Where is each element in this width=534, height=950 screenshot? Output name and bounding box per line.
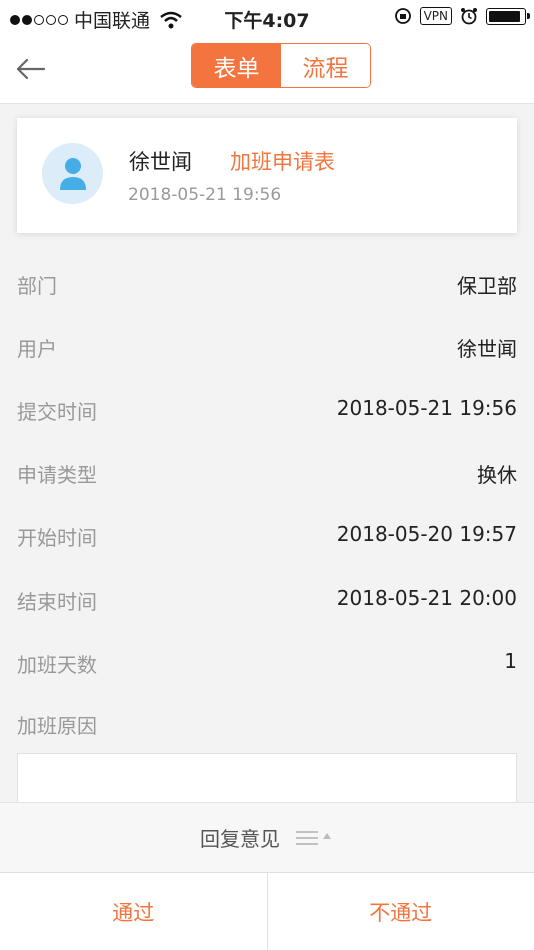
field-row-request-type: 申请类型 换休 <box>0 451 534 491</box>
field-value: 保卫部 <box>457 274 517 298</box>
status-bar-right: VPN <box>394 7 530 25</box>
status-bar: 中国联通 下午4:07 VPN <box>0 0 534 36</box>
battery-icon <box>486 7 530 25</box>
field-row-end-time: 结束时间 2018-05-21 20:00 <box>0 578 534 618</box>
field-label: 提交时间 <box>17 400 97 424</box>
applicant-card: 徐世闻 加班申请表 2018-05-21 19:56 <box>17 118 517 233</box>
field-row-submit-time: 提交时间 2018-05-21 19:56 <box>0 388 534 428</box>
tab-process[interactable]: 流程 <box>281 44 370 87</box>
field-label: 结束时间 <box>17 590 97 614</box>
field-row-start-time: 开始时间 2018-05-20 19:57 <box>0 514 534 554</box>
field-value: 徐世闻 <box>457 337 517 361</box>
field-label: 申请类型 <box>17 463 97 487</box>
field-value: 2018-05-21 20:00 <box>336 586 517 610</box>
reply-label: 回复意见 <box>200 827 280 851</box>
field-row-user: 用户 徐世闻 <box>0 325 534 365</box>
field-label: 加班天数 <box>17 653 97 677</box>
field-row-department: 部门 保卫部 <box>0 262 534 302</box>
form-type-label: 加班申请表 <box>230 150 335 174</box>
field-row-overtime-days: 加班天数 1 <box>0 641 534 681</box>
reply-bar[interactable]: 回复意见 <box>0 802 534 872</box>
orientation-lock-icon <box>394 8 411 24</box>
field-value: 2018-05-20 19:57 <box>336 522 517 546</box>
reject-button[interactable]: 不通过 <box>266 873 534 950</box>
field-label: 开始时间 <box>17 526 97 550</box>
avatar <box>42 143 103 204</box>
approve-button[interactable]: 通过 <box>0 873 267 950</box>
back-arrow-icon[interactable] <box>14 52 48 86</box>
vpn-badge: VPN <box>419 7 452 25</box>
applicant-name: 徐世闻 <box>129 150 192 174</box>
tab-form[interactable]: 表单 <box>192 44 281 87</box>
alarm-icon <box>461 8 477 25</box>
reply-expand-icon[interactable] <box>294 828 334 848</box>
submit-time: 2018-05-21 19:56 <box>128 185 282 205</box>
field-label: 用户 <box>17 337 57 361</box>
field-value: 换休 <box>477 463 517 487</box>
field-label: 加班原因 <box>17 714 97 738</box>
user-icon <box>59 157 86 190</box>
field-label: 部门 <box>17 274 57 298</box>
nav-bar: 表单 流程 <box>0 36 534 104</box>
field-row-overtime-reason: 加班原因 <box>0 702 534 742</box>
battery-fill <box>489 10 520 22</box>
segmented-control: 表单 流程 <box>191 43 371 88</box>
field-value: 2018-05-21 19:56 <box>336 396 517 420</box>
field-value: 1 <box>504 649 517 673</box>
action-bar: 通过 不通过 <box>0 872 534 950</box>
